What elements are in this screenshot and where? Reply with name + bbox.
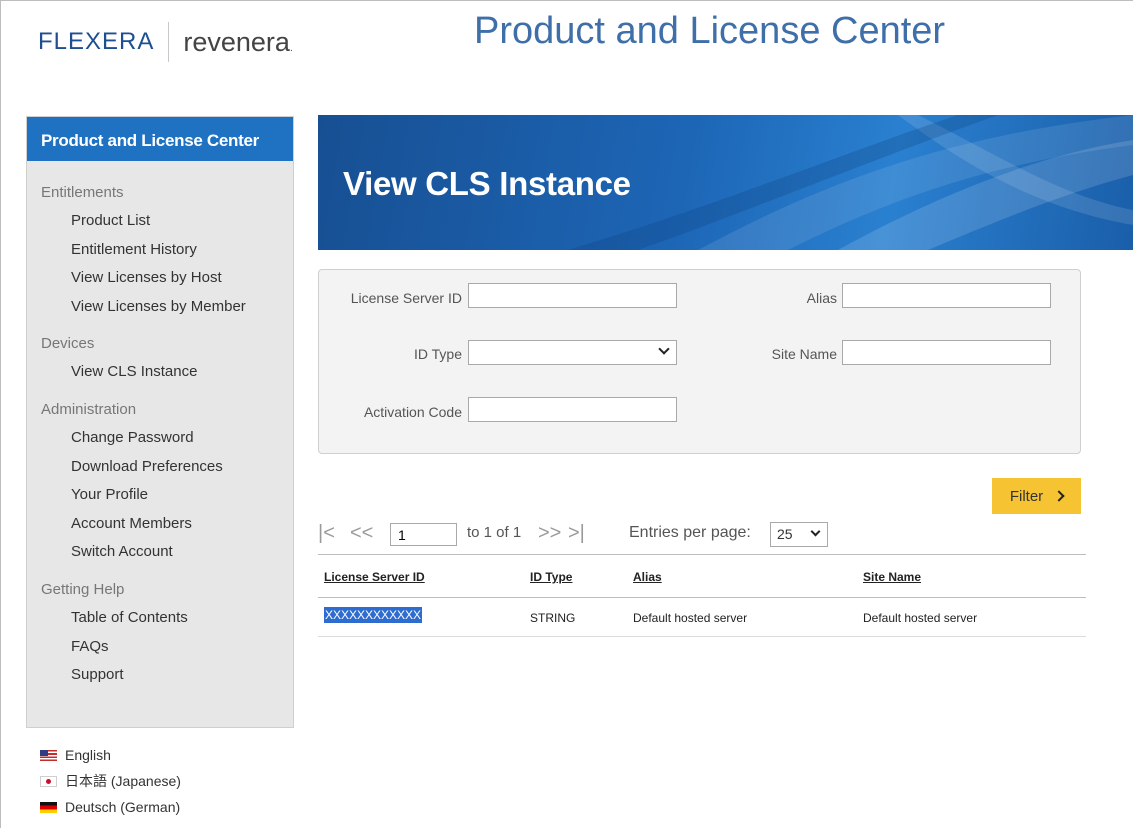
language-list: English 日本語 (Japanese) Deutsch (German): [40, 742, 181, 820]
filter-button[interactable]: Filter: [992, 478, 1081, 514]
results-table: License Server ID ID Type Alias Site Nam…: [318, 554, 1086, 637]
alias-label: Alias: [806, 290, 837, 306]
nav-item-support[interactable]: Support: [27, 661, 293, 690]
nav-section-administration: Administration: [41, 400, 137, 418]
license-server-id-input[interactable]: [468, 283, 677, 308]
chevron-right-icon: [1053, 490, 1065, 502]
cell-site-name: Default hosted server: [863, 611, 978, 625]
nav-item-download-preferences[interactable]: Download Preferences: [27, 453, 293, 482]
language-label: English: [65, 747, 111, 763]
flexera-logo-text: FLEXERA: [38, 28, 155, 55]
chevron-down-icon: [810, 526, 821, 537]
previous-page-icon[interactable]: <<: [350, 522, 373, 545]
nav-item-view-licenses-by-host[interactable]: View Licenses by Host: [27, 264, 293, 293]
revenera-logo-text: revenera.: [183, 27, 292, 58]
id-type-select[interactable]: [468, 340, 677, 365]
sidebar-header: Product and License Center: [27, 117, 293, 161]
page-number-input[interactable]: [390, 523, 457, 546]
license-server-id-label: License Server ID: [350, 290, 462, 306]
page-banner: View CLS Instance: [318, 115, 1133, 250]
nav-item-product-list[interactable]: Product List: [27, 207, 293, 236]
revenera-logo-word: revenera: [183, 26, 290, 57]
column-header-id-type[interactable]: ID Type: [530, 570, 572, 584]
nav-item-switch-account[interactable]: Switch Account: [27, 538, 293, 567]
brand-logo[interactable]: FLEXERA revenera.: [38, 22, 293, 62]
logo-divider: [168, 22, 170, 62]
site-name-label: Site Name: [771, 346, 837, 362]
nav-item-your-profile[interactable]: Your Profile: [27, 481, 293, 510]
nav-item-view-cls-instance[interactable]: View CLS Instance: [27, 358, 293, 387]
chevron-down-icon: [658, 343, 670, 355]
column-header-alias[interactable]: Alias: [633, 570, 662, 584]
pagination-bar: |< << to 1 of 1 >> >| Entries per page: …: [318, 520, 1088, 548]
next-page-icon[interactable]: >>: [538, 522, 561, 545]
site-name-input[interactable]: [842, 340, 1051, 365]
cell-license-server-id[interactable]: XXXXXXXXXXXX: [324, 607, 423, 623]
nav-item-entitlement-history[interactable]: Entitlement History: [27, 236, 293, 265]
nav-item-faqs[interactable]: FAQs: [27, 633, 293, 662]
table-row[interactable]: XXXXXXXXXXXX STRING Default hosted serve…: [318, 598, 1086, 636]
activation-code-label: Activation Code: [363, 404, 462, 420]
entries-per-page-value: 25: [777, 526, 793, 542]
last-page-icon[interactable]: >|: [568, 522, 585, 545]
id-type-label: ID Type: [414, 346, 462, 362]
us-flag-icon: [40, 749, 57, 761]
nav-section-devices: Devices: [41, 335, 95, 353]
first-page-icon[interactable]: |<: [318, 522, 335, 545]
nav-item-view-licenses-by-member[interactable]: View Licenses by Member: [27, 293, 293, 322]
cell-id-type: STRING: [530, 611, 576, 625]
table-bottom-border: [318, 636, 1086, 637]
cell-alias: Default hosted server: [633, 611, 748, 625]
nav-section-entitlements: Entitlements: [41, 184, 124, 201]
filter-panel: License Server ID Alias ID Type Site Nam…: [318, 269, 1081, 454]
nav-item-account-members[interactable]: Account Members: [27, 510, 293, 539]
language-japanese[interactable]: 日本語 (Japanese): [40, 768, 181, 794]
language-label: Deutsch (German): [65, 799, 181, 815]
entries-per-page-label: Entries per page:: [629, 524, 751, 541]
nav-section-getting-help: Getting Help: [41, 580, 125, 598]
sidebar: Product and License Center Entitlements …: [26, 116, 294, 728]
alias-input[interactable]: [842, 283, 1051, 308]
page-range-text: to 1 of 1: [467, 524, 522, 541]
revenera-logo-mark: .: [289, 42, 293, 54]
column-header-license-server-id[interactable]: License Server ID: [324, 570, 425, 584]
app-title: Product and License Center: [474, 10, 946, 52]
column-header-site-name[interactable]: Site Name: [863, 570, 921, 584]
jp-flag-icon: [40, 775, 57, 787]
language-english[interactable]: English: [40, 742, 181, 768]
table-header-row: License Server ID ID Type Alias Site Nam…: [318, 555, 1086, 597]
language-german[interactable]: Deutsch (German): [40, 794, 181, 820]
entries-per-page-select[interactable]: 25: [770, 522, 828, 547]
nav-item-table-of-contents[interactable]: Table of Contents: [27, 604, 293, 633]
filter-button-label: Filter: [1009, 487, 1044, 505]
page-title: View CLS Instance: [343, 165, 631, 202]
activation-code-input[interactable]: [468, 397, 677, 422]
de-flag-icon: [40, 801, 57, 813]
language-label: 日本語 (Japanese): [65, 773, 181, 789]
nav-item-change-password[interactable]: Change Password: [27, 424, 293, 453]
